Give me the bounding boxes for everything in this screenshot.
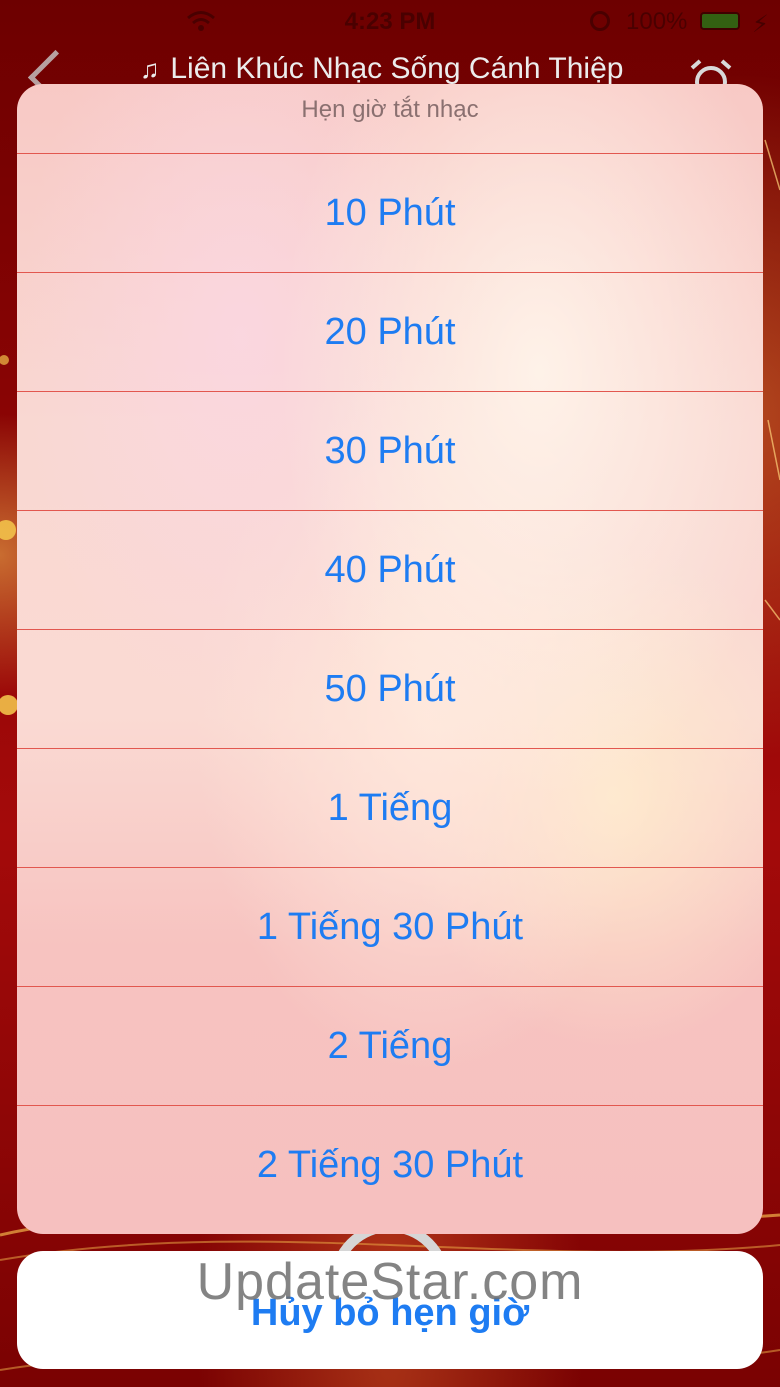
option-30-min[interactable]: 30 Phút — [17, 392, 763, 511]
option-50-min[interactable]: 50 Phút — [17, 630, 763, 749]
sheet-title: Hẹn giờ tắt nhạc — [17, 84, 763, 154]
battery-percentage: 100% — [626, 8, 688, 35]
battery-icon — [700, 12, 740, 30]
music-note-icon: ♫ — [140, 54, 160, 84]
sleep-timer-action-sheet: Hẹn giờ tắt nhạc 10 Phút 20 Phút 30 Phút… — [17, 84, 763, 1234]
option-1-hour[interactable]: 1 Tiếng — [17, 749, 763, 868]
status-bar: 4:23 PM 100% ⚡ — [0, 0, 780, 44]
cancel-timer-button[interactable]: Hủy bỏ hẹn giờ — [17, 1251, 763, 1369]
option-10-min[interactable]: 10 Phút — [17, 154, 763, 273]
nav-title: ♫ Liên Khúc Nhạc Sống Cánh Thiệp — [140, 52, 623, 86]
option-20-min[interactable]: 20 Phút — [17, 273, 763, 392]
charging-icon: ⚡ — [752, 11, 769, 38]
option-2-hours[interactable]: 2 Tiếng — [17, 987, 763, 1106]
option-40-min[interactable]: 40 Phút — [17, 511, 763, 630]
option-2-hours-30-min[interactable]: 2 Tiếng 30 Phút — [17, 1106, 763, 1225]
option-1-hour-30-min[interactable]: 1 Tiếng 30 Phút — [17, 868, 763, 987]
orientation-lock-icon — [590, 11, 610, 31]
nav-title-text: Liên Khúc Nhạc Sống Cánh Thiệp — [170, 52, 624, 85]
